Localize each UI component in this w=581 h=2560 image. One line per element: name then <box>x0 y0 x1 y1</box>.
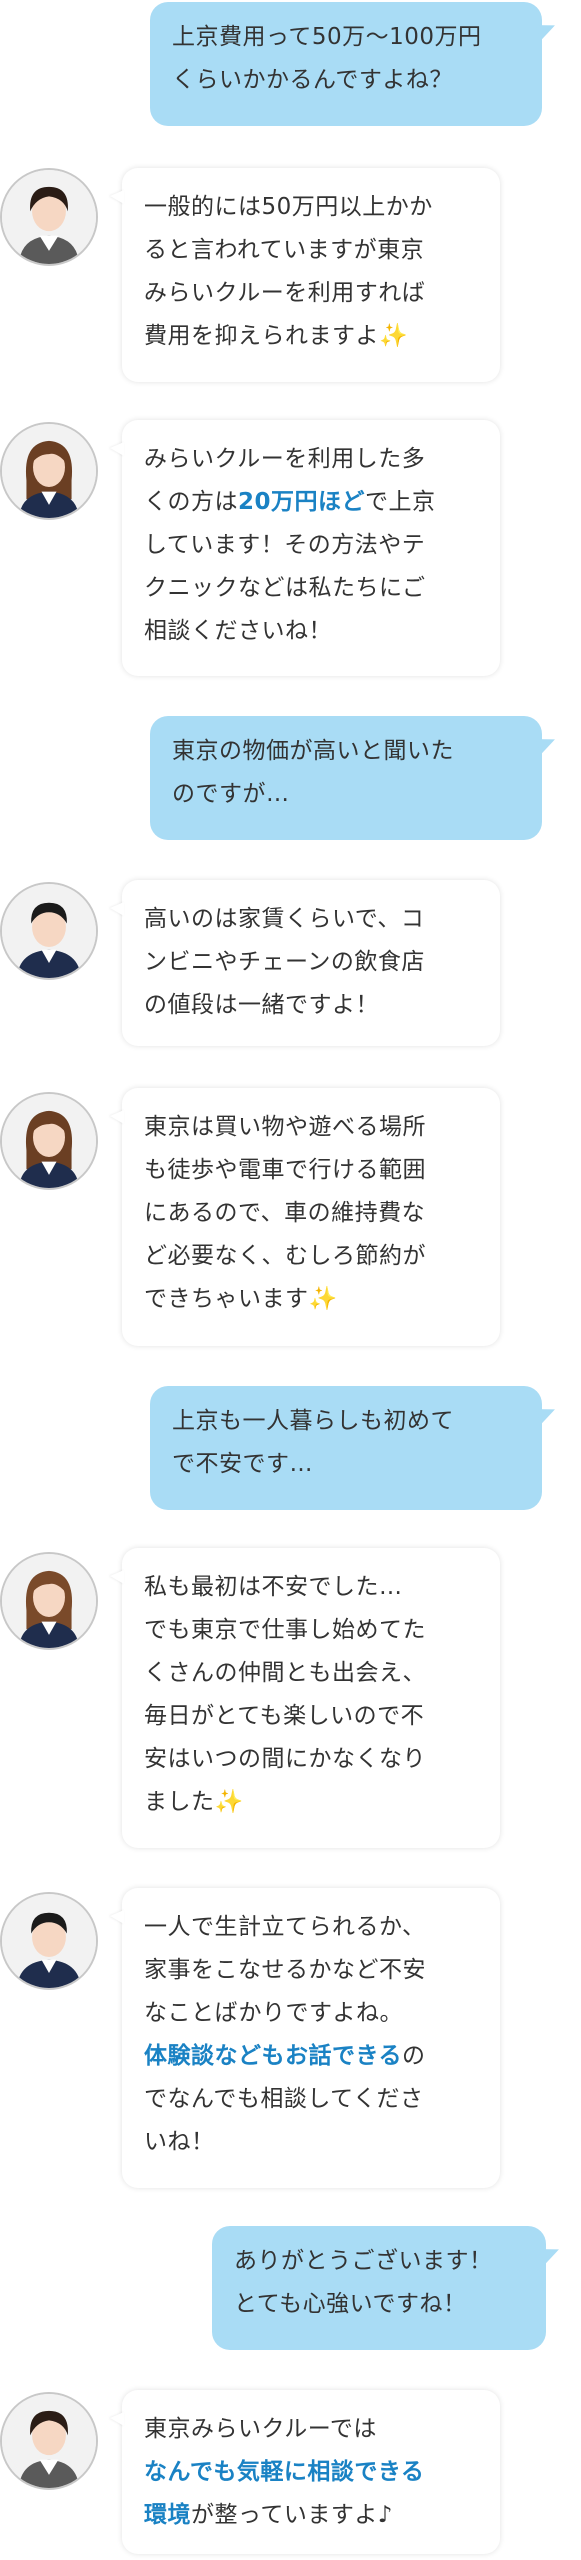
highlight-text: 体験談などもお話できる <box>144 2043 403 2069</box>
message-line: 私も最初は不安でした… <box>144 1574 403 1600</box>
message-line: 環境が整っていますよ♪ <box>144 2494 478 2537</box>
staff-woman-long-hair-icon <box>2 1554 96 1648</box>
message-line: ました✨ <box>144 1789 244 1815</box>
staff-woman-long-hair-icon <box>2 1094 96 1188</box>
message-line: 一般的には50万円以上かか <box>144 194 433 220</box>
message-line: 一人で生計立てられるか、 <box>144 1906 478 1949</box>
staff-message-bubble: 一人で生計立てられるか、 家事をこなせるかなど不安 なことばかりですよね。 体験… <box>122 1888 500 2188</box>
message-text: でなんでも相談してくださ <box>144 2086 424 2112</box>
message-line: ど必要なく、むしろ節約が <box>144 1243 426 1269</box>
message-line: の値段は一緒ですよ！ <box>144 992 379 1018</box>
staff-woman-short-hair-icon <box>2 2394 96 2488</box>
staff-message-bubble: みらいクルーを利用した多 くの方は20万円ほどで上京 しています！その方法やテ … <box>122 420 500 676</box>
message-line: 家事をこなせるかなど不安 <box>144 1949 478 1992</box>
message-text: いね！ <box>144 2129 215 2155</box>
message-text: しています！その方法やテ <box>144 532 426 558</box>
staff-message-bubble: 高いのは家賃くらいで、コ ンビニやチェーンの飲食店 の値段は一緒ですよ！ <box>122 880 500 1046</box>
staff-avatar <box>0 422 98 520</box>
message-line: も徒歩や電車で行ける範囲 <box>144 1157 426 1183</box>
message-line: 高いのは家賃くらいで、コ <box>144 906 425 932</box>
staff-avatar <box>0 1892 98 1990</box>
message-line: 体験談などもお話できるの <box>144 2035 478 2078</box>
highlight-text: なんでも気軽に相談できる <box>144 2459 425 2485</box>
user-message-bubble: 上京も一人暮らしも初めて で不安です… <box>150 1386 542 1510</box>
user-message-bubble: 東京の物価が高いと聞いた のですが… <box>150 716 542 840</box>
message-text: みらいクルーを利用した多 <box>144 446 426 472</box>
staff-avatar <box>0 882 98 980</box>
message-line: とても心強いですね！ <box>234 2291 467 2317</box>
message-line: 上京費用って50万〜100万円 <box>172 24 482 50</box>
message-line: でなんでも相談してくださ <box>144 2078 478 2121</box>
message-line: くらいかかるんですよね？ <box>172 67 453 93</box>
chat-thread: 上京費用って50万〜100万円 くらいかかるんですよね？ 一般的には50万円以上… <box>0 0 581 2560</box>
message-line: みらいクルーを利用した多 <box>144 438 478 481</box>
highlight-text: 20万円ほど <box>238 489 366 515</box>
staff-avatar <box>0 1092 98 1190</box>
message-line: 費用を抑えられますよ✨ <box>144 323 409 349</box>
message-line: 安はいつの間にかなくなり <box>144 1746 426 1772</box>
staff-man-dark-hair-icon <box>2 884 96 978</box>
message-text: が整っていますよ♪ <box>191 2502 394 2528</box>
message-text: で上京 <box>365 489 436 515</box>
staff-avatar <box>0 2392 98 2490</box>
message-line: クニックなどは私たちにご <box>144 567 478 610</box>
message-line: 東京みらいクルーでは <box>144 2408 478 2451</box>
message-text: クニックなどは私たちにご <box>144 575 426 601</box>
message-text: 相談くださいね！ <box>144 618 332 644</box>
staff-message-bubble: 東京は買い物や遊べる場所 も徒歩や電車で行ける範囲 にあるので、車の維持費な ど… <box>122 1088 500 1346</box>
message-line: くさんの仲間とも出会え、 <box>144 1660 426 1686</box>
staff-man-dark-hair-icon <box>2 1894 96 1988</box>
message-text: 東京みらいクルーでは <box>144 2416 377 2442</box>
staff-avatar <box>0 1552 98 1650</box>
message-line: 相談くださいね！ <box>144 610 478 653</box>
user-message-bubble: ありがとうございます！ とても心強いですね！ <box>212 2226 546 2350</box>
message-line: でも東京で仕事し始めてた <box>144 1617 426 1643</box>
message-line: できちゃいます✨ <box>144 1286 338 1312</box>
message-line: みらいクルーを利用すれば <box>144 280 426 306</box>
message-line: で不安です… <box>172 1451 313 1477</box>
message-line: 上京も一人暮らしも初めて <box>172 1408 454 1434</box>
message-line: 東京は買い物や遊べる場所 <box>144 1114 426 1140</box>
staff-avatar <box>0 168 98 266</box>
message-line: 毎日がとても楽しいので不 <box>144 1703 425 1729</box>
staff-message-bubble: 東京みらいクルーでは なんでも気軽に相談できる 環境が整っていますよ♪ <box>122 2390 500 2554</box>
message-line: ると言われていますが東京 <box>144 237 425 263</box>
message-text: の <box>402 2043 426 2069</box>
highlight-text: 環境 <box>144 2502 191 2528</box>
message-line: 東京の物価が高いと聞いた <box>172 738 454 764</box>
message-line: しています！その方法やテ <box>144 524 478 567</box>
message-line: なことばかりですよね。 <box>144 1992 478 2035</box>
message-line: にあるので、車の維持費な <box>144 1200 426 1226</box>
message-text: 一人で生計立てられるか、 <box>144 1914 426 1940</box>
message-line: いね！ <box>144 2121 478 2164</box>
staff-woman-short-hair-icon <box>2 170 96 264</box>
staff-message-bubble: 私も最初は不安でした… でも東京で仕事し始めてた くさんの仲間とも出会え、 毎日… <box>122 1548 500 1848</box>
message-line: なんでも気軽に相談できる <box>144 2451 478 2494</box>
message-line: くの方は20万円ほどで上京 <box>144 481 478 524</box>
staff-woman-long-hair-icon <box>2 424 96 518</box>
user-message-bubble: 上京費用って50万〜100万円 くらいかかるんですよね？ <box>150 2 542 126</box>
message-line: ンビニやチェーンの飲食店 <box>144 949 425 975</box>
message-line: のですが… <box>172 781 290 807</box>
message-text: くの方は <box>144 489 238 515</box>
message-text: なことばかりですよね。 <box>144 2000 403 2026</box>
staff-message-bubble: 一般的には50万円以上かか ると言われていますが東京 みらいクルーを利用すれば … <box>122 168 500 382</box>
message-text: 家事をこなせるかなど不安 <box>144 1957 426 1983</box>
message-line: ありがとうございます！ <box>234 2248 493 2274</box>
